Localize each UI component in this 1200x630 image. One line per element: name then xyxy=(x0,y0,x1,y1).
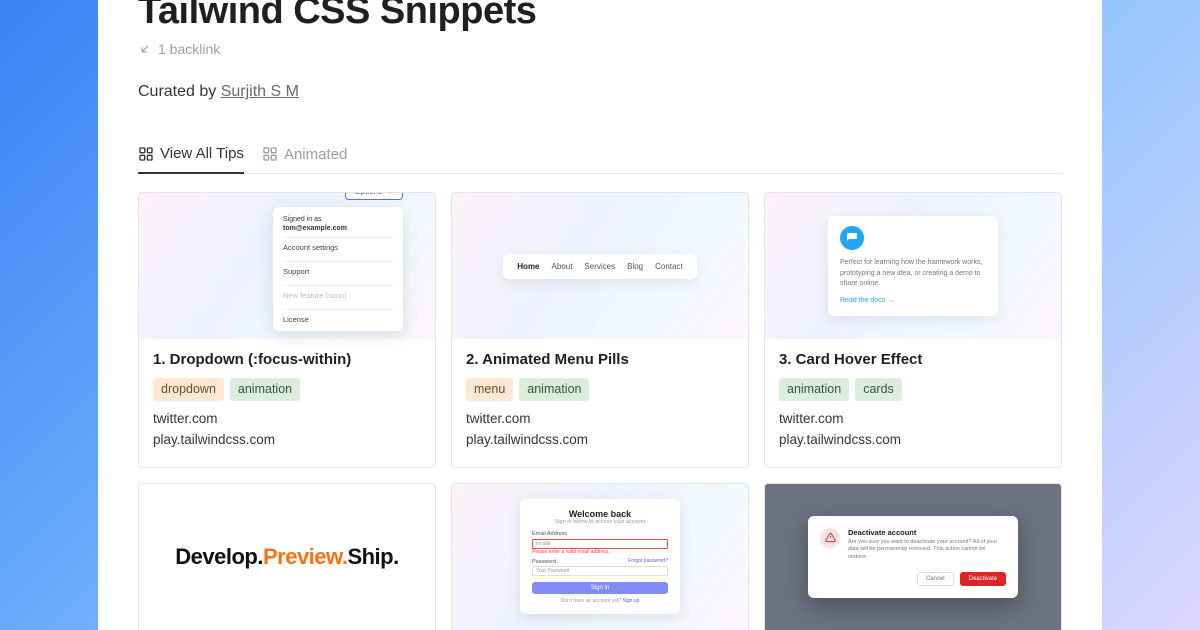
pill: Home xyxy=(517,262,539,271)
form-title: Welcome back xyxy=(532,509,668,519)
card-body: 2. Animated Menu Pills menu animation tw… xyxy=(452,339,748,467)
snippet-card[interactable]: Home About Services Blog Contact 2. Anim… xyxy=(451,192,749,468)
modal-body: Are you sure you want to deactivate your… xyxy=(848,539,1006,562)
pill: Blog xyxy=(627,262,643,271)
snippets-grid: Options Signed in astom@example.com Acco… xyxy=(138,192,1062,630)
tag: animation xyxy=(519,378,589,401)
vercel-word: Develop. xyxy=(175,544,263,569)
mock-form: Welcome back Sign in below to access you… xyxy=(520,499,680,614)
link[interactable]: twitter.com xyxy=(779,411,1047,426)
snippet-thumb: Welcome back Sign in below to access you… xyxy=(452,484,748,630)
snippet-card[interactable]: Welcome back Sign in below to access you… xyxy=(451,483,749,630)
chevron-down-icon xyxy=(386,192,394,196)
tag-list: animation cards xyxy=(779,378,1047,401)
snippet-thumb: Perfect for learning how the framework w… xyxy=(765,193,1061,339)
gallery-icon xyxy=(262,146,278,162)
tag: dropdown xyxy=(153,378,224,401)
link[interactable]: twitter.com xyxy=(466,411,734,426)
gallery-icon xyxy=(138,146,154,162)
mock-pills: Home About Services Blog Contact xyxy=(503,254,696,279)
link-list: twitter.com play.tailwindcss.com xyxy=(779,411,1047,447)
card-body: 1. Dropdown (:focus-within) dropdown ani… xyxy=(139,339,435,467)
tag-list: menu animation xyxy=(466,378,734,401)
snippet-card[interactable]: Deactivate account Are you sure you want… xyxy=(764,483,1062,630)
deactivate-button: Deactivate xyxy=(960,572,1006,586)
menu-item: Support xyxy=(283,261,393,281)
curated-author-link[interactable]: Surjith S M xyxy=(221,83,299,100)
backlink-text: 1 backlink xyxy=(158,41,220,57)
form-sub: Sign in below to access your account xyxy=(532,519,668,525)
menu-item: Account settings xyxy=(283,237,393,257)
mock-vercel: Develop.Preview.Ship. xyxy=(175,544,398,570)
pill: Services xyxy=(584,262,615,271)
options-label: Options xyxy=(354,192,382,196)
tab-label: View All Tips xyxy=(160,145,244,162)
link[interactable]: play.tailwindcss.com xyxy=(466,432,734,447)
vercel-word: Ship. xyxy=(347,544,398,569)
field-error: Please enter a valid email address. xyxy=(532,549,668,555)
vercel-word: Preview. xyxy=(263,544,347,569)
warning-icon xyxy=(820,528,840,548)
tab-label: Animated xyxy=(284,146,347,163)
menu-item: License xyxy=(283,309,393,329)
link[interactable]: play.tailwindcss.com xyxy=(779,432,1047,447)
mock-modal: Deactivate account Are you sure you want… xyxy=(808,516,1018,598)
tab-animated[interactable]: Animated xyxy=(262,146,347,173)
input: Your Password xyxy=(532,566,668,576)
input: Invalid xyxy=(532,539,668,549)
view-tabs: View All Tips Animated xyxy=(138,145,1062,174)
tab-view-all[interactable]: View All Tips xyxy=(138,145,244,174)
snippet-card[interactable]: Options Signed in astom@example.com Acco… xyxy=(138,192,436,468)
snippet-title: 1. Dropdown (:focus-within) xyxy=(153,351,421,368)
signin-button: Sign in xyxy=(532,582,668,594)
snippet-card[interactable]: Perfect for learning how the framework w… xyxy=(764,192,1062,468)
snippet-thumb: Deactivate account Are you sure you want… xyxy=(765,484,1061,630)
pill: Contact xyxy=(655,262,683,271)
read-docs-link: Read the docs → xyxy=(840,296,986,307)
signup-link: Sign up xyxy=(622,598,639,604)
snippet-title: 3. Card Hover Effect xyxy=(779,351,1047,368)
snippet-title: 2. Animated Menu Pills xyxy=(466,351,734,368)
card-copy: Perfect for learning how the framework w… xyxy=(840,258,986,290)
card-body: 3. Card Hover Effect animation cards twi… xyxy=(765,339,1061,467)
signed-in-label: Signed in as xyxy=(283,216,322,223)
menu-item: New feature (soon) xyxy=(283,285,393,305)
chat-icon xyxy=(840,226,864,250)
mock-dropdown: Options Signed in astom@example.com Acco… xyxy=(273,207,403,331)
tag: animation xyxy=(230,378,300,401)
backlink-row[interactable]: 1 backlink xyxy=(138,41,1062,57)
field-label: Email Address xyxy=(532,531,668,537)
tag: cards xyxy=(855,378,902,401)
link-list: twitter.com play.tailwindcss.com xyxy=(466,411,734,447)
snippet-thumb: Options Signed in astom@example.com Acco… xyxy=(139,193,435,339)
curated-prefix: Curated by xyxy=(138,83,221,100)
mock-card: Perfect for learning how the framework w… xyxy=(828,216,998,316)
link[interactable]: twitter.com xyxy=(153,411,421,426)
page-title: Tailwind CSS Snippets xyxy=(138,0,1062,33)
tag: animation xyxy=(779,378,849,401)
document-page: Tailwind CSS Snippets 1 backlink Curated… xyxy=(98,0,1102,630)
link-list: twitter.com play.tailwindcss.com xyxy=(153,411,421,447)
pill: About xyxy=(552,262,573,271)
foot-text: Don't have an account yet? xyxy=(561,598,623,604)
snippet-thumb: Home About Services Blog Contact xyxy=(452,193,748,339)
tag-list: dropdown animation xyxy=(153,378,421,401)
modal-title: Deactivate account xyxy=(848,528,1006,537)
snippet-thumb: Develop.Preview.Ship. xyxy=(139,484,435,630)
snippet-card[interactable]: Develop.Preview.Ship. 4. Vercel Hero Tex… xyxy=(138,483,436,630)
tag: menu xyxy=(466,378,513,401)
cancel-button: Cancel xyxy=(917,572,954,586)
curated-by: Curated by Surjith S M xyxy=(138,83,1062,101)
backlink-icon xyxy=(138,42,152,56)
signed-in-email: tom@example.com xyxy=(283,224,393,233)
link[interactable]: play.tailwindcss.com xyxy=(153,432,421,447)
